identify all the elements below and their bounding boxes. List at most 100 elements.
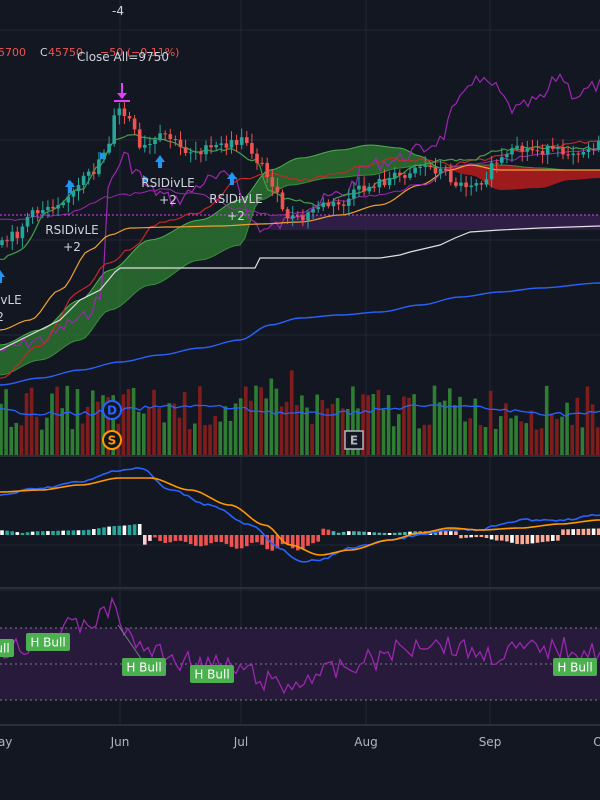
macd-hist-70 [357, 531, 361, 535]
candle-body-59 [301, 215, 305, 221]
candle-body-83 [423, 165, 428, 167]
macd-hist-66 [336, 532, 341, 535]
volume-bar-51 [259, 387, 263, 455]
macd-pane [0, 466, 600, 563]
candle-body-101 [515, 145, 519, 149]
candle-body-8 [41, 210, 45, 214]
macd-hist-104 [530, 535, 535, 544]
macd-hist-97 [494, 535, 499, 541]
volume-bar-43 [218, 421, 223, 455]
macd-hist-103 [525, 535, 530, 544]
macd-hist-71 [362, 531, 366, 535]
candle-body-78 [398, 172, 402, 176]
volume-bar-27 [136, 411, 141, 455]
candle-body-81 [413, 167, 417, 174]
buy-arrow-2 [155, 155, 165, 168]
volume-bar-8 [40, 429, 44, 455]
macd-hist-47 [239, 535, 244, 549]
x-axis-bg [0, 726, 600, 800]
candle-body-88 [449, 170, 453, 183]
x-tick-sep: Sep [479, 735, 502, 749]
rsi-pane: H Bull H Bull H Bull H Bull H Bull [0, 596, 600, 701]
macd-hist-35 [178, 535, 183, 541]
chart-svg[interactable]: RSIDivLE +2 RSIDivLE +2 RSIDivLE +2 RSIDivLE +2… [0, 0, 600, 800]
macd-hist-29 [148, 535, 152, 541]
candle-body-27 [137, 129, 142, 148]
candle-body-12 [61, 202, 65, 206]
candle-body-106 [540, 150, 545, 155]
volume-bar-106 [539, 428, 544, 455]
candle-body-36 [183, 147, 188, 153]
candle-body-112 [571, 153, 575, 156]
volume-bar-35 [177, 417, 182, 455]
signal-line [0, 477, 600, 556]
volume-bar-117 [595, 427, 600, 455]
macd-hist-16 [81, 530, 86, 535]
volume-bar-59 [300, 395, 304, 455]
header-close-prefix: C [40, 46, 48, 59]
candle-body-35 [178, 139, 183, 148]
macd-hist-111 [566, 529, 570, 535]
macd-hist-113 [576, 529, 581, 535]
candle-body-53 [270, 177, 275, 187]
candle-body-17 [86, 171, 91, 176]
volume-bar-45 [228, 420, 233, 455]
candle-body-33 [168, 134, 173, 140]
candle-body-103 [525, 148, 530, 152]
macd-hist-72 [367, 532, 371, 535]
candle-body-55 [280, 192, 285, 210]
volume-bar-42 [213, 415, 217, 455]
volume-bar-0 [0, 403, 3, 455]
volume-bar-56 [284, 401, 289, 455]
candle-body-21 [107, 143, 111, 153]
macd-hist-106 [540, 535, 545, 543]
macd-hist-101 [515, 535, 519, 544]
candle-body-16 [81, 175, 86, 186]
volume-bar-1 [4, 389, 8, 455]
candle-body-104 [530, 148, 535, 151]
candle-body-56 [285, 209, 290, 219]
candle-body-6 [30, 210, 35, 217]
volume-bar-76 [386, 395, 391, 455]
macd-hist-15 [76, 530, 81, 535]
volume-ma-line [0, 404, 600, 417]
candle-body-89 [454, 182, 458, 186]
volume-bar-19 [96, 401, 100, 455]
macd-hist-27 [137, 524, 142, 535]
signal-qty-1: +2 [63, 240, 81, 254]
candle-body-31 [158, 133, 162, 140]
candle-body-70 [357, 185, 361, 190]
volume-bar-79 [402, 396, 406, 455]
candle-body-111 [566, 154, 570, 156]
x-tick-aug: Aug [354, 735, 377, 749]
volume-bar-67 [340, 408, 345, 455]
signal-label-0: RSIDivLE [0, 293, 22, 307]
volume-bar-55 [279, 406, 284, 455]
volume-bar-3 [14, 423, 19, 455]
candle-body-4 [20, 226, 25, 239]
macd-hist-6 [30, 531, 35, 535]
candle-body-49 [250, 143, 254, 154]
macd-hist-13 [66, 530, 71, 535]
candle-body-65 [331, 202, 336, 207]
macd-hist-87 [443, 531, 448, 535]
macd-hist-30 [153, 535, 157, 538]
macd-hist-105 [535, 535, 540, 543]
macd-hist-11 [56, 530, 60, 535]
macd-hist-50 [255, 535, 259, 543]
volume-bar-112 [570, 424, 574, 455]
candle-body-60 [306, 212, 310, 221]
candle-body-19 [97, 159, 101, 175]
volume-bar-2 [9, 426, 13, 455]
volume-bar-75 [381, 409, 386, 455]
volume-bar-61 [310, 424, 314, 455]
macd-hist-107 [545, 535, 550, 542]
volume-bar-72 [366, 395, 370, 455]
candle-body-18 [92, 171, 96, 175]
candle-body-2 [10, 231, 14, 242]
rsi-label-2: H Bull [126, 661, 161, 675]
macd-hist-38 [194, 535, 198, 546]
candle-body-45 [229, 140, 234, 148]
macd-hist-75 [382, 532, 387, 535]
volume-bar-15 [75, 389, 80, 455]
